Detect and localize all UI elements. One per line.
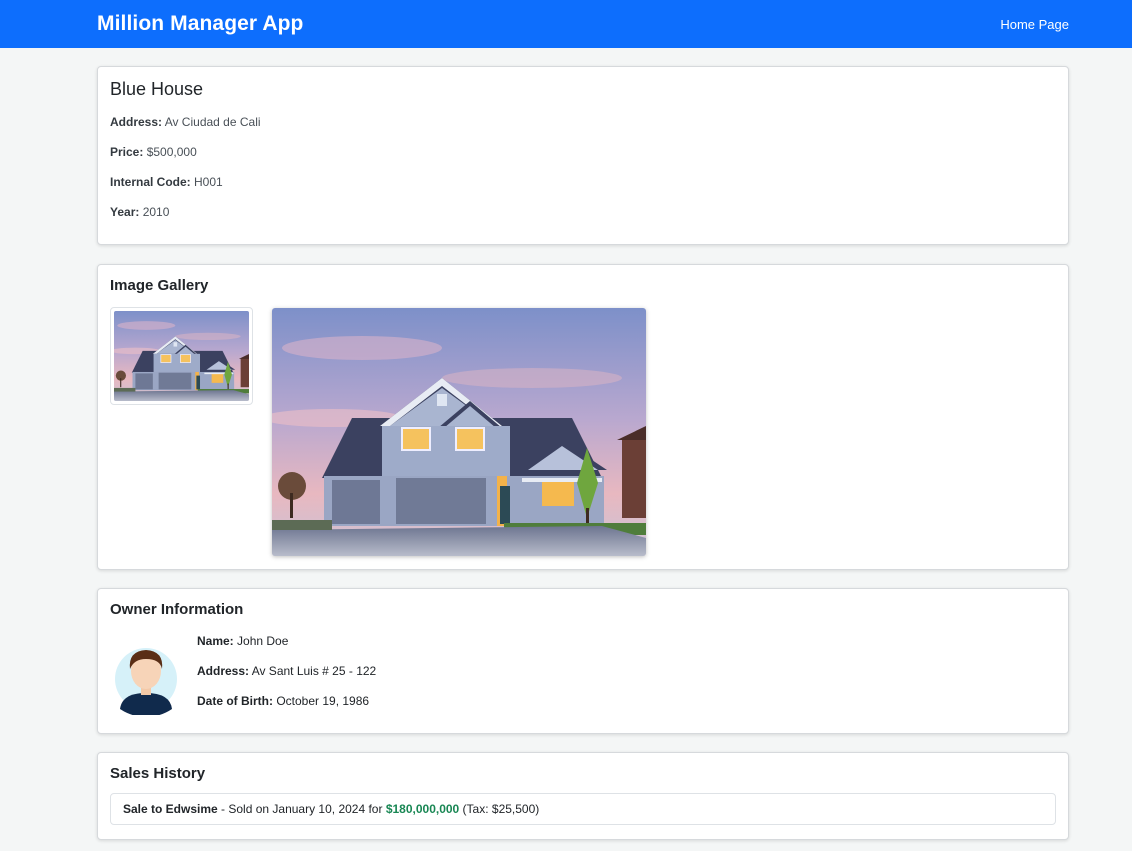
property-year-label: Year: — [110, 205, 140, 219]
owner-title: Owner Information — [110, 601, 244, 618]
owner-name-value: John Doe — [237, 634, 289, 648]
sale-price: $180,000,000 — [385, 802, 460, 816]
property-code-label: Internal Code: — [110, 175, 191, 189]
owner-name-label: Name: — [197, 634, 234, 648]
owner-details: Name: John Doe Address: Av Sant Luis # 2… — [197, 633, 376, 723]
owner-dob-label: Date of Birth: — [197, 694, 273, 708]
owner-dob-value: October 19, 1986 — [276, 694, 370, 708]
sale-list-item: Sale to Edwsime - Sold on January 10, 20… — [110, 793, 1056, 825]
property-price-value: $500,000 — [146, 145, 197, 159]
gallery-thumbnail[interactable] — [110, 307, 253, 405]
app-brand[interactable]: Million Manager App — [97, 12, 303, 36]
home-page-link[interactable]: Home Page — [1000, 17, 1069, 32]
owner-avatar — [114, 639, 178, 717]
owner-address: Address: Av Sant Luis # 25 - 122 — [197, 663, 376, 679]
property-details-card: Blue House Address: Av Ciudad de Cali Pr… — [97, 66, 1069, 245]
sales-title: Sales History — [110, 765, 206, 782]
owner-information-card: Owner Information Name: John Doe Address… — [97, 588, 1069, 734]
sales-history-card: Sales History Sale to Edwsime - Sold on … — [97, 752, 1069, 840]
sale-date: - Sold on January 10, 2024 for — [217, 802, 386, 816]
image-gallery-card: Image Gallery — [97, 264, 1069, 570]
house-thumbnail-image — [114, 311, 249, 401]
property-price-label: Price: — [110, 145, 144, 159]
property-year: Year: 2010 — [110, 204, 1056, 220]
property-address: Address: Av Ciudad de Cali — [110, 114, 1056, 130]
owner-address-label: Address: — [197, 664, 250, 678]
property-year-value: 2010 — [142, 205, 170, 219]
owner-dob: Date of Birth: October 19, 1986 — [197, 693, 376, 709]
owner-name: Name: John Doe — [197, 633, 376, 649]
property-address-label: Address: — [110, 115, 163, 129]
property-internal-code: Internal Code: H001 — [110, 174, 1056, 190]
property-price: Price: $500,000 — [110, 144, 1056, 160]
sale-buyer: Sale to Edwsime — [123, 802, 218, 816]
owner-address-value: Av Sant Luis # 25 - 122 — [251, 664, 377, 678]
top-navbar: Million Manager App Home Page — [0, 0, 1132, 48]
gallery-main-image[interactable] — [272, 308, 646, 556]
property-code-value: H001 — [194, 175, 223, 189]
gallery-title: Image Gallery — [110, 277, 209, 294]
sale-tax: (Tax: $25,500) — [459, 802, 540, 816]
property-name: Blue House — [110, 79, 204, 99]
property-address-value: Av Ciudad de Cali — [164, 115, 261, 129]
